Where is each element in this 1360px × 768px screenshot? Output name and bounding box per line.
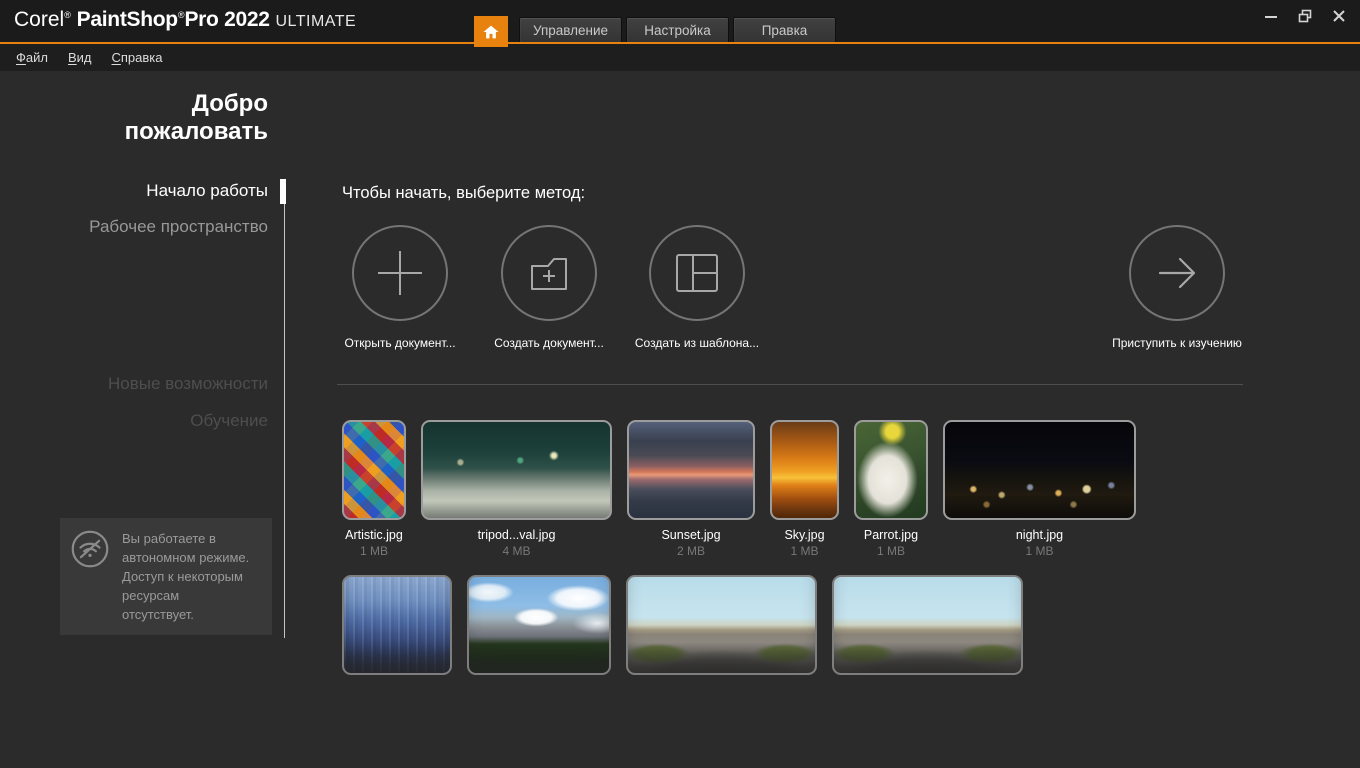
recent-file-name: night.jpg [1015, 528, 1064, 542]
open-document-circle [352, 225, 448, 321]
recent-file-thumbnail [342, 420, 406, 520]
offline-notice-text: Вы работаете в автономном режиме. Доступ… [122, 531, 250, 622]
accent-rule [0, 42, 1360, 44]
recent-file-item[interactable]: tripod...val.jpg 4 MB [421, 420, 612, 558]
new-document-circle [501, 225, 597, 321]
sidebar-item-getting-started[interactable]: Начало работы [0, 181, 268, 201]
get-started-circle [1129, 225, 1225, 321]
recent-file-thumbnail [832, 575, 1023, 675]
home-icon [482, 23, 500, 41]
folder-plus-icon [524, 249, 574, 297]
tab-manage[interactable]: Управление [519, 17, 622, 43]
section-divider [337, 384, 1243, 385]
recent-file-item[interactable] [832, 575, 1023, 685]
recent-file-thumbnail [770, 420, 839, 520]
recent-file-thumbnail [467, 575, 611, 675]
close-button[interactable] [1332, 9, 1346, 23]
recent-file-thumbnail [626, 575, 817, 675]
recent-file-item[interactable] [342, 575, 452, 685]
sidebar-item-learning: Обучение [190, 411, 268, 430]
recent-file-name: tripod...val.jpg [477, 528, 556, 542]
sidebar-item-whats-new: Новые возможности [107, 374, 268, 393]
recent-file-name: Parrot.jpg [863, 528, 919, 542]
open-document-button[interactable]: Открыть документ... [315, 225, 485, 350]
tab-adjust[interactable]: Настройка [626, 17, 729, 43]
recent-file-thumbnail [943, 420, 1136, 520]
recent-file-item[interactable]: Parrot.jpg 1 MB [854, 420, 928, 558]
recent-file-thumbnail [854, 420, 928, 520]
recent-file-item[interactable]: Sunset.jpg 2 MB [627, 420, 755, 558]
recent-file-size: 1 MB [876, 544, 905, 558]
minimize-icon [1264, 9, 1278, 23]
arrow-right-icon [1152, 249, 1202, 297]
window-controls [1264, 9, 1346, 23]
recent-files-row-2 [342, 575, 1023, 685]
start-heading: Чтобы начать, выберите метод: [342, 184, 586, 202]
recent-file-size: 1 MB [359, 544, 388, 558]
workspace-tabs: Управление Настройка Правка [519, 17, 836, 43]
recent-file-item[interactable]: Sky.jpg 1 MB [770, 420, 839, 558]
recent-file-name: Sky.jpg [784, 528, 825, 542]
restore-button[interactable] [1298, 9, 1312, 23]
sidebar-divider [284, 204, 285, 638]
recent-file-item[interactable] [626, 575, 817, 685]
logo-edition: ULTIMATE [275, 13, 357, 30]
tab-home[interactable] [474, 16, 508, 47]
get-started-button[interactable]: Приступить к изучению [1092, 225, 1262, 350]
new-document-button[interactable]: Создать документ... [464, 225, 634, 350]
recent-file-thumbnail [342, 575, 452, 675]
offline-notice: Вы работаете в автономном режиме. Доступ… [60, 518, 272, 635]
recent-file-size: 2 MB [676, 544, 705, 558]
close-icon [1332, 9, 1346, 23]
recent-file-thumbnail [627, 420, 755, 520]
recent-file-item[interactable] [467, 575, 611, 685]
recent-files-row-1: Artistic.jpg 1 MB tripod...val.jpg 4 MB … [342, 420, 1136, 558]
template-icon [673, 251, 721, 295]
sidebar-nav: Начало работы Рабочее пространство Новые… [0, 0, 268, 450]
recent-file-item[interactable]: night.jpg 1 MB [943, 420, 1136, 558]
recent-file-name: Sunset.jpg [661, 528, 721, 542]
active-item-indicator [280, 179, 286, 204]
sidebar-item-workspace[interactable]: Рабочее пространство [0, 217, 268, 237]
recent-file-size: 1 MB [1025, 544, 1054, 558]
recent-file-size: 1 MB [790, 544, 819, 558]
app-window: Corel® PaintShop®Pro 2022 ULTIMATE Управ… [0, 0, 1360, 768]
from-template-circle [649, 225, 745, 321]
restore-icon [1298, 9, 1312, 23]
recent-file-item[interactable]: Artistic.jpg 1 MB [342, 420, 406, 558]
from-template-button[interactable]: Создать из шаблона... [612, 225, 782, 350]
tab-edit[interactable]: Правка [733, 17, 836, 43]
recent-file-name: Artistic.jpg [345, 528, 403, 542]
recent-file-thumbnail [421, 420, 612, 520]
recent-file-size: 4 MB [502, 544, 531, 558]
wifi-off-icon [70, 529, 110, 569]
plus-icon [374, 247, 426, 299]
minimize-button[interactable] [1264, 9, 1278, 23]
